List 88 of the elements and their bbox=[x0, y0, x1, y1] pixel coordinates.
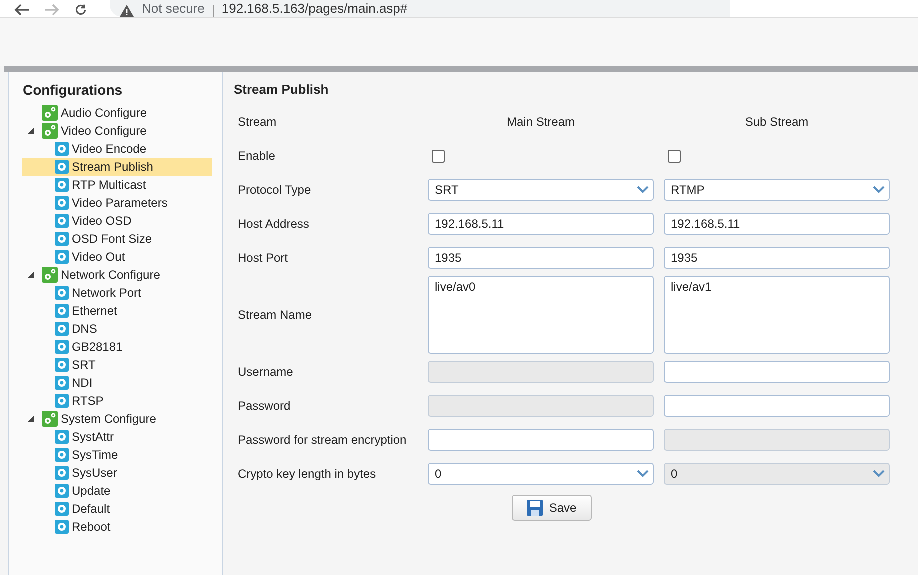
back-icon[interactable] bbox=[14, 4, 30, 16]
gear-icon bbox=[55, 232, 69, 246]
gear-icon bbox=[55, 502, 69, 516]
field-label: Protocol Type bbox=[238, 182, 312, 199]
gear-icon bbox=[55, 142, 69, 156]
sidebar-item[interactable]: SysTime bbox=[72, 448, 118, 462]
text-area[interactable]: live/av1 bbox=[664, 276, 890, 354]
sidebar-item[interactable]: Audio Configure bbox=[61, 106, 148, 120]
panel-title: Stream Publish bbox=[234, 82, 330, 97]
chevron-down-icon bbox=[873, 186, 885, 194]
gears-icon bbox=[42, 411, 58, 427]
field-label: Host Port bbox=[238, 250, 290, 267]
chevron-down-icon bbox=[873, 470, 885, 478]
gear-icon bbox=[55, 160, 69, 174]
sidebar-item[interactable]: Network Port bbox=[72, 286, 142, 300]
gear-icon bbox=[55, 304, 69, 318]
field-label: Password bbox=[238, 398, 292, 415]
sidebar-item[interactable]: NDI bbox=[72, 376, 93, 390]
sidebar-item[interactable]: Video Out bbox=[72, 250, 126, 264]
input-field[interactable]: 1935 bbox=[664, 247, 890, 269]
reload-icon[interactable] bbox=[74, 4, 88, 16]
select-field[interactable]: 0 bbox=[428, 463, 654, 485]
input-field[interactable] bbox=[664, 361, 890, 383]
expand-triangle-icon[interactable] bbox=[27, 127, 35, 135]
input-field[interactable]: 1935 bbox=[428, 247, 654, 269]
column-label: Stream bbox=[238, 114, 278, 131]
sidebar-item[interactable]: Ethernet bbox=[72, 304, 118, 318]
gear-icon bbox=[55, 484, 69, 498]
sidebar-title: Configurations bbox=[22, 82, 124, 98]
sidebar-item[interactable]: OSD Font Size bbox=[72, 232, 152, 246]
select-field[interactable]: SRT bbox=[428, 179, 654, 201]
sidebar-item[interactable]: SRT bbox=[72, 358, 96, 372]
gear-icon bbox=[55, 214, 69, 228]
gear-icon bbox=[55, 448, 69, 462]
gears-icon bbox=[42, 267, 58, 283]
sidebar-item[interactable]: Video Configure bbox=[61, 124, 147, 138]
gear-icon bbox=[55, 358, 69, 372]
gear-icon bbox=[55, 430, 69, 444]
sidebar-item[interactable]: SystAttr bbox=[72, 430, 114, 444]
sidebar-item[interactable]: Reboot bbox=[72, 520, 111, 534]
gear-icon bbox=[55, 322, 69, 336]
gear-icon bbox=[55, 466, 69, 480]
sidebar-item[interactable]: Stream Publish bbox=[72, 160, 154, 174]
gear-icon bbox=[55, 178, 69, 192]
sidebar-item[interactable]: Video Parameters bbox=[72, 196, 168, 210]
gear-icon bbox=[55, 520, 69, 534]
input-field[interactable]: 192.168.5.11 bbox=[428, 213, 654, 235]
gear-icon bbox=[55, 250, 69, 264]
sidebar-item[interactable]: System Configure bbox=[61, 412, 156, 426]
field-label: Stream Name bbox=[238, 307, 314, 324]
sidebar-item[interactable]: DNS bbox=[72, 322, 98, 336]
sidebar-item[interactable]: Video Encode bbox=[72, 142, 147, 156]
enable-checkbox[interactable] bbox=[432, 150, 445, 162]
gear-icon bbox=[55, 340, 69, 354]
text-area[interactable]: live/av0 bbox=[428, 276, 654, 354]
sidebar-item[interactable]: GB28181 bbox=[72, 340, 123, 354]
select-field[interactable]: RTMP bbox=[664, 179, 890, 201]
field-label: Username bbox=[238, 364, 294, 381]
chevron-down-icon bbox=[637, 186, 649, 194]
field-label: Password for stream encryption bbox=[238, 432, 408, 449]
sidebar-item[interactable]: SysUser bbox=[72, 466, 118, 480]
gear-icon bbox=[55, 196, 69, 210]
input-field[interactable] bbox=[428, 429, 654, 451]
gears-icon bbox=[42, 105, 58, 121]
input-field[interactable] bbox=[664, 395, 890, 417]
sidebar-item[interactable]: Network Configure bbox=[61, 268, 160, 282]
url-text[interactable]: 192.168.5.163/pages/main.asp# bbox=[222, 1, 408, 17]
field-label: Host Address bbox=[238, 216, 310, 233]
sidebar-item[interactable]: RTSP bbox=[72, 394, 104, 408]
chevron-down-icon bbox=[637, 470, 649, 478]
gears-icon bbox=[42, 123, 58, 139]
save-button[interactable]: Save bbox=[512, 495, 592, 521]
expand-triangle-icon[interactable] bbox=[27, 271, 35, 279]
security-label: Not secure bbox=[142, 1, 205, 17]
sidebar-item[interactable]: Default bbox=[72, 502, 110, 516]
column-header: Sub Stream bbox=[744, 114, 810, 131]
input-field[interactable]: 192.168.5.11 bbox=[664, 213, 890, 235]
sidebar-item[interactable]: Video OSD bbox=[72, 214, 132, 228]
gear-icon bbox=[55, 394, 69, 408]
column-header: Main Stream bbox=[506, 114, 576, 131]
expand-triangle-icon[interactable] bbox=[27, 415, 35, 423]
field-label: Crypto key length in bytes bbox=[238, 466, 378, 483]
enable-checkbox[interactable] bbox=[668, 150, 681, 162]
field-label: Enable bbox=[238, 148, 276, 165]
sidebar-item[interactable]: Update bbox=[72, 484, 111, 498]
gear-icon bbox=[55, 376, 69, 390]
gear-icon bbox=[55, 286, 69, 300]
sidebar-item[interactable]: RTP Multicast bbox=[72, 178, 146, 192]
